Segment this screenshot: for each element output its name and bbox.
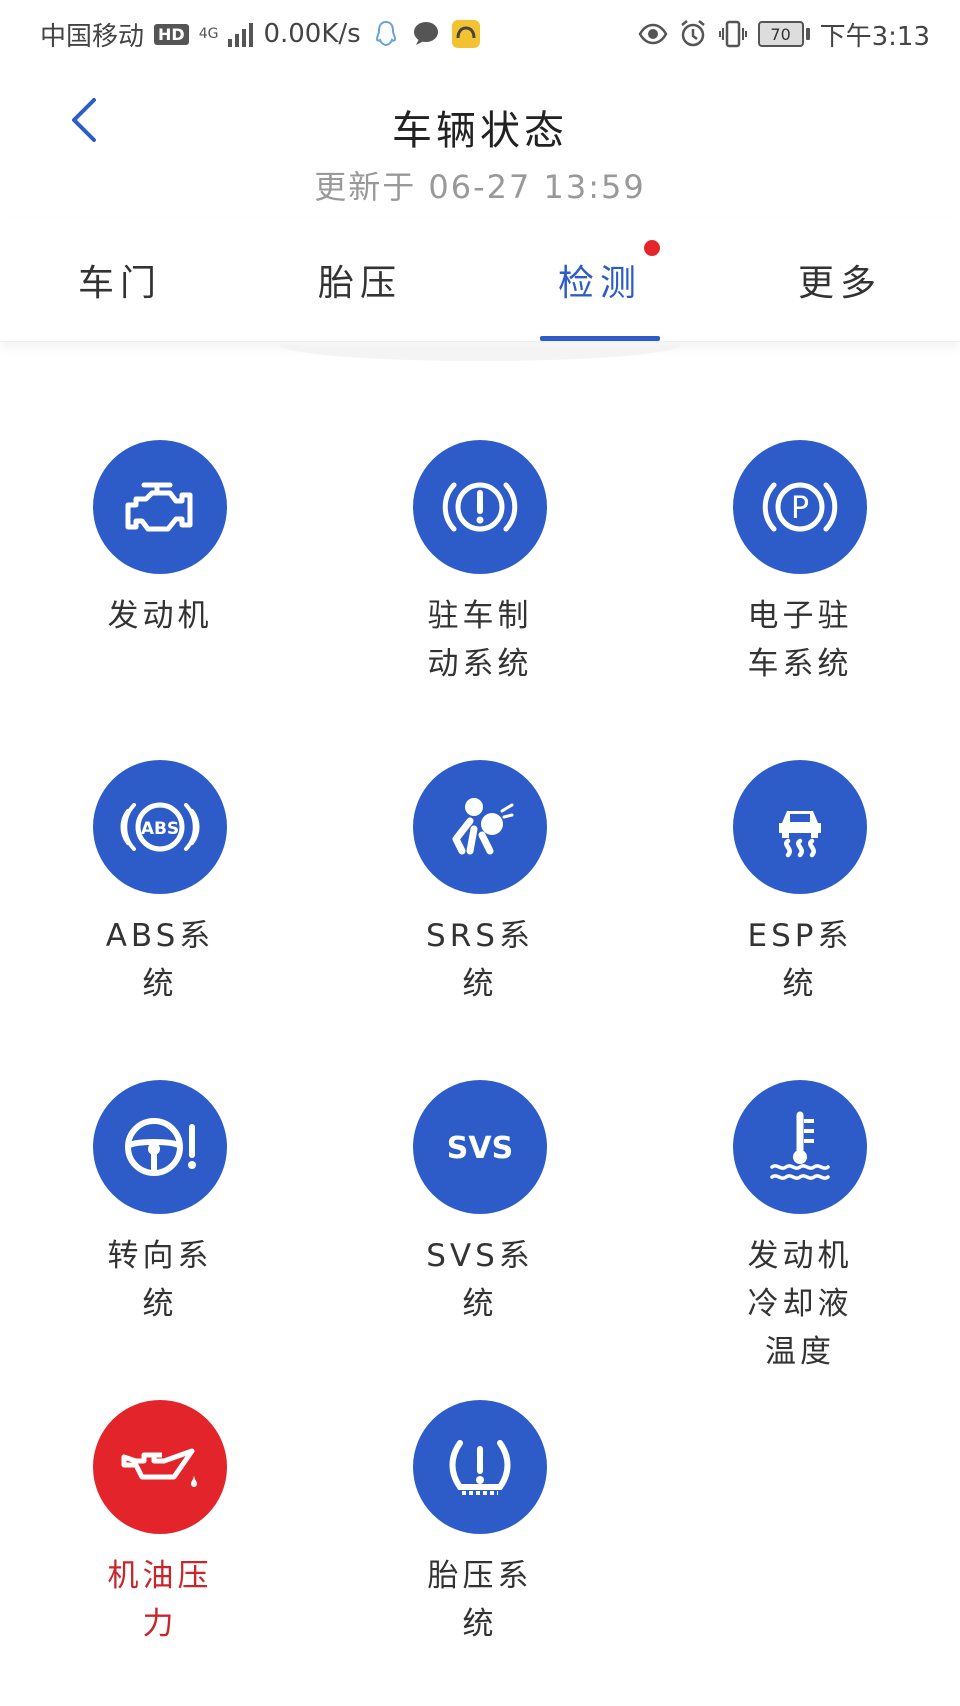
pull-down-indicator bbox=[280, 345, 680, 361]
item-label: 发动机冷却液温度 bbox=[747, 1238, 853, 1370]
tab-label: 检测 bbox=[557, 262, 642, 304]
diagnostic-item-svs[interactable]: SVS SVS系统 bbox=[320, 1080, 640, 1400]
tab-doors[interactable]: 车门 bbox=[0, 218, 240, 341]
battery-icon: 70 bbox=[757, 21, 810, 47]
status-circle bbox=[413, 1400, 547, 1534]
status-circle bbox=[733, 760, 867, 894]
update-timestamp: 更新于 06-27 13:59 bbox=[314, 168, 646, 206]
item-label: 电子驻车系统 bbox=[747, 598, 853, 682]
coolant-temp-icon bbox=[770, 1111, 830, 1180]
tab-label: 更多 bbox=[797, 262, 882, 304]
message-icon bbox=[413, 22, 438, 45]
item-label: SRS系统 bbox=[426, 918, 534, 1002]
tab-label: 车门 bbox=[77, 262, 162, 304]
status-right: 70 下午3:13 bbox=[638, 16, 930, 53]
airbag-icon bbox=[452, 798, 514, 855]
status-circle: ABS bbox=[93, 760, 227, 894]
diagnostic-item-parking-brake[interactable]: 驻车制动系统 bbox=[320, 440, 640, 760]
battery-level: 70 bbox=[757, 21, 804, 47]
item-label: SVS系统 bbox=[426, 1238, 534, 1322]
tab-label: 胎压 bbox=[317, 262, 402, 304]
item-label: 驻车制动系统 bbox=[427, 598, 533, 682]
active-tab-indicator bbox=[540, 336, 660, 341]
car-app-icon bbox=[451, 20, 480, 48]
svs-icon: SVS bbox=[447, 1131, 513, 1166]
oil-pressure-icon bbox=[121, 1448, 197, 1487]
vibrate-icon bbox=[718, 20, 747, 48]
status-bar: 中国移动 HD 4G 0.00K/s 70 下午3:13 bbox=[0, 0, 960, 68]
status-circle bbox=[733, 1080, 867, 1214]
network-type: 4G bbox=[198, 26, 219, 42]
diagnostic-item-srs[interactable]: SRS系统 bbox=[320, 760, 640, 1080]
abs-text: ABS bbox=[141, 819, 179, 839]
tab-bar: 车门 胎压 检测 更多 bbox=[0, 218, 960, 342]
tab-tire-pressure[interactable]: 胎压 bbox=[240, 218, 480, 341]
diagnostic-item-steering[interactable]: 转向系统 bbox=[0, 1080, 320, 1400]
parking-letter: P bbox=[791, 491, 809, 526]
page-title: 车辆状态 bbox=[392, 108, 568, 154]
tab-more[interactable]: 更多 bbox=[720, 218, 960, 341]
parking-brake-icon bbox=[442, 482, 518, 532]
eye-icon bbox=[638, 23, 668, 45]
abs-icon: ABS bbox=[120, 802, 200, 852]
diagnostic-item-coolant-temperature[interactable]: 发动机冷却液温度 bbox=[640, 1080, 960, 1400]
status-circle: P bbox=[733, 440, 867, 574]
esp-icon bbox=[779, 811, 821, 858]
svs-text: SVS bbox=[447, 1131, 513, 1166]
diagnostic-item-abs[interactable]: ABS ABS系统 bbox=[0, 760, 320, 1080]
qq-icon bbox=[375, 20, 396, 47]
engine-icon bbox=[125, 482, 193, 532]
hd-badge: HD bbox=[154, 23, 189, 45]
item-label: 转向系统 bbox=[107, 1238, 213, 1322]
status-circle: SVS bbox=[413, 1080, 547, 1214]
item-label: 发动机 bbox=[107, 598, 213, 634]
status-circle bbox=[93, 1080, 227, 1214]
carrier-name: 中国移动 bbox=[40, 21, 145, 52]
clock: 下午3:13 bbox=[819, 21, 930, 52]
tire-pressure-icon bbox=[449, 1440, 511, 1495]
item-label: ESP系统 bbox=[747, 918, 853, 1002]
status-circle bbox=[413, 440, 547, 574]
item-label-warning: 机油压力 bbox=[107, 1558, 213, 1642]
diagnostic-item-engine[interactable]: 发动机 bbox=[0, 440, 320, 760]
diagnostic-item-esp[interactable]: ESP系统 bbox=[640, 760, 960, 1080]
item-label: 胎压系统 bbox=[427, 1558, 533, 1642]
status-circle bbox=[93, 440, 227, 574]
electronic-parking-icon: P bbox=[762, 482, 838, 532]
status-left: 中国移动 HD 4G 0.00K/s bbox=[40, 16, 481, 53]
page-header: 车辆状态 更新于 06-27 13:59 bbox=[0, 68, 960, 208]
steering-icon bbox=[125, 1118, 196, 1176]
diagnostics-grid: 发动机 驻车制动系统 P 电子驻车系统 ABS ABS系统 SRS系统 ESP系… bbox=[0, 440, 960, 1706]
notification-dot bbox=[644, 240, 660, 256]
signal-icon bbox=[228, 21, 254, 47]
diagnostic-item-tire-pressure[interactable]: 胎压系统 bbox=[320, 1400, 640, 1706]
tab-diagnostics[interactable]: 检测 bbox=[480, 218, 720, 341]
status-circle-warning bbox=[93, 1400, 227, 1534]
diagnostic-item-oil-pressure[interactable]: 机油压力 bbox=[0, 1400, 320, 1706]
alarm-icon bbox=[680, 20, 705, 47]
diagnostic-item-electronic-parking[interactable]: P 电子驻车系统 bbox=[640, 440, 960, 760]
network-speed: 0.00K/s bbox=[263, 19, 361, 49]
item-label: ABS系统 bbox=[105, 918, 215, 1002]
status-circle bbox=[413, 760, 547, 894]
